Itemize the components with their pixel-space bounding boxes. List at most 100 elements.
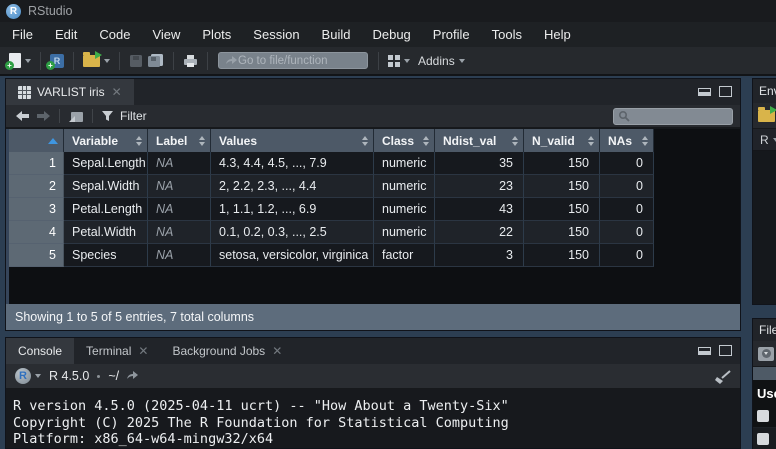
maximize-pane-icon[interactable] — [719, 86, 732, 97]
sort-ascending-icon — [48, 138, 58, 144]
source-tab-bar: VARLIST iris ✕ — [6, 79, 740, 105]
tab-varlist-iris[interactable]: VARLIST iris ✕ — [6, 79, 134, 105]
clear-console-icon[interactable] — [714, 369, 732, 385]
environment-scope-dropdown[interactable]: R — [753, 129, 776, 151]
cell-n-valid: 150 — [524, 152, 600, 175]
file-checkbox[interactable] — [757, 433, 769, 445]
minimize-pane-icon[interactable] — [698, 347, 711, 355]
cell-ndist-val: 3 — [435, 244, 524, 267]
cell-values: setosa, versicolor, virginica — [211, 244, 374, 267]
toolbar-separator — [73, 52, 74, 70]
working-directory-label[interactable]: ~/ — [108, 369, 119, 383]
file-list-item[interactable] — [753, 428, 776, 449]
cell-ndist-val: 35 — [435, 152, 524, 175]
main-toolbar: + R+ Add — [0, 47, 776, 76]
tab-environment[interactable]: Environment — [753, 79, 776, 103]
cell-nas: 0 — [600, 175, 654, 198]
table-row[interactable]: 2 Sepal.Width NA 2, 2.2, 2.3, ..., 4.4 n… — [9, 175, 654, 198]
open-folder-icon — [83, 55, 100, 67]
menu-tools[interactable]: Tools — [481, 22, 533, 47]
close-icon[interactable]: ✕ — [112, 85, 122, 99]
column-header-class[interactable]: Class — [374, 129, 435, 152]
chevron-down-icon — [459, 59, 465, 63]
save-all-icon — [147, 53, 164, 68]
new-file-button[interactable]: + — [9, 53, 31, 68]
tab-background-jobs[interactable]: Background Jobs ✕ — [160, 338, 294, 364]
files-action-icon[interactable] — [758, 347, 774, 361]
menu-edit[interactable]: Edit — [44, 22, 88, 47]
file-list-item[interactable] — [753, 405, 776, 428]
filter-button-label[interactable]: Filter — [120, 109, 147, 123]
menu-session[interactable]: Session — [242, 22, 310, 47]
rstudio-window: { "window": { "app_title": "RStudio" }, … — [0, 0, 776, 449]
close-icon[interactable]: ✕ — [272, 344, 282, 358]
table-row[interactable]: 5 Species NA setosa, versicolor, virgini… — [9, 244, 654, 267]
menu-file[interactable]: File — [1, 22, 44, 47]
goto-directory-icon[interactable] — [125, 370, 140, 382]
files-list-heading: User — [753, 380, 776, 405]
cell-label: NA — [148, 221, 211, 244]
console-output[interactable]: R version 4.5.0 (2025-04-11 ucrt) -- "Ho… — [6, 389, 740, 448]
menu-plots[interactable]: Plots — [191, 22, 242, 47]
file-checkbox[interactable] — [757, 410, 769, 422]
cell-values: 0.1, 0.2, 0.3, ..., 2.5 — [211, 221, 374, 244]
table-header-row: Variable Label Values Class Ndist_val N_… — [9, 129, 654, 152]
tab-terminal[interactable]: Terminal ✕ — [74, 338, 160, 364]
table-row[interactable]: 3 Petal.Length NA 1, 1.1, 1.2, ..., 6.9 … — [9, 198, 654, 221]
table-search-box[interactable] — [613, 108, 733, 125]
goto-file-function-box[interactable] — [218, 52, 368, 69]
menu-profile[interactable]: Profile — [422, 22, 481, 47]
table-search-input[interactable] — [631, 111, 727, 123]
new-project-button[interactable]: R+ — [50, 54, 64, 68]
column-header-n-valid[interactable]: N_valid — [524, 129, 600, 152]
maximize-pane-icon[interactable] — [719, 345, 732, 356]
cell-label: NA — [148, 175, 211, 198]
menu-build[interactable]: Build — [311, 22, 362, 47]
console-line: Platform: x86_64-w64-mingw32/x64 — [13, 431, 740, 448]
pane-layout-button[interactable] — [388, 55, 410, 67]
open-file-button[interactable] — [83, 55, 110, 67]
files-list: User — [753, 380, 776, 449]
tab-console[interactable]: Console — [6, 338, 74, 364]
cell-n-valid: 150 — [524, 244, 600, 267]
table-left-gutter — [6, 129, 9, 304]
load-workspace-icon[interactable] — [758, 110, 775, 122]
row-number-header[interactable] — [9, 129, 64, 152]
app-title: RStudio — [28, 4, 72, 18]
save-all-button[interactable] — [147, 53, 164, 68]
files-pane: Files User — [752, 318, 776, 449]
menu-code[interactable]: Code — [88, 22, 141, 47]
table-row[interactable]: 1 Sepal.Length NA 4.3, 4.4, 4.5, ..., 7.… — [9, 152, 654, 175]
tab-files[interactable]: Files — [753, 319, 776, 341]
column-header-values[interactable]: Values — [211, 129, 374, 152]
minimize-pane-icon[interactable] — [698, 88, 711, 96]
menu-debug[interactable]: Debug — [361, 22, 421, 47]
panes-grid-icon — [388, 55, 400, 67]
sort-carets-icon — [588, 136, 594, 146]
close-icon[interactable]: ✕ — [138, 344, 148, 358]
toolbar-separator — [119, 52, 120, 70]
menu-view[interactable]: View — [141, 22, 191, 47]
column-header-variable[interactable]: Variable — [64, 129, 148, 152]
chevron-down-icon[interactable] — [35, 374, 41, 378]
back-arrow-icon[interactable] — [15, 110, 30, 122]
cell-values: 4.3, 4.4, 4.5, ..., 7.9 — [211, 152, 374, 175]
goto-file-input[interactable] — [238, 55, 356, 67]
open-in-new-window-icon[interactable] — [68, 110, 84, 123]
files-path-bar — [753, 367, 776, 380]
table-row[interactable]: 4 Petal.Width NA 0.1, 0.2, 0.3, ..., 2.5… — [9, 221, 654, 244]
print-button[interactable] — [183, 54, 198, 68]
row-number: 4 — [9, 221, 64, 244]
menu-help[interactable]: Help — [533, 22, 582, 47]
cell-class: numeric — [374, 198, 435, 221]
column-header-label[interactable]: Label — [148, 129, 211, 152]
addins-button[interactable]: Addins — [414, 54, 465, 68]
column-header-nas[interactable]: NAs — [600, 129, 654, 152]
cell-values: 1, 1.1, 1.2, ..., 6.9 — [211, 198, 374, 221]
save-button[interactable] — [129, 54, 143, 68]
filter-icon[interactable] — [101, 110, 114, 122]
forward-arrow-icon[interactable] — [36, 110, 51, 122]
row-number: 3 — [9, 198, 64, 221]
new-file-icon: + — [9, 53, 21, 68]
column-header-ndist-val[interactable]: Ndist_val — [435, 129, 524, 152]
